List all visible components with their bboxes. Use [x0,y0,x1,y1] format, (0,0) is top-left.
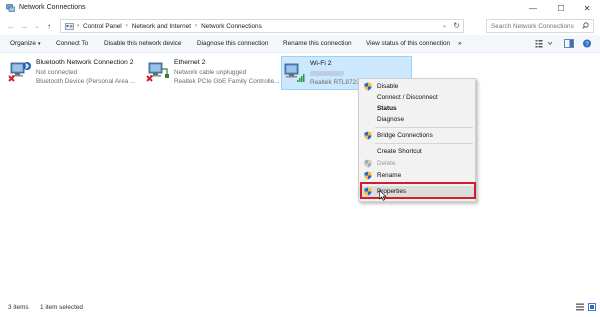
mouse-cursor-icon [379,190,387,201]
menu-item-delete[interactable]: Delete [359,158,475,169]
change-view-icon[interactable] [535,39,545,48]
breadcrumb-network-connections[interactable]: Network Connections [201,23,262,30]
breadcrumb-separator: › [77,23,79,29]
view-status-button[interactable]: View status of this connection [366,40,450,47]
redacted-network-name [310,71,344,76]
refresh-icon[interactable]: ↻ [453,21,460,30]
large-icons-view-icon[interactable] [588,303,596,311]
organize-menu[interactable]: Organize ▾ [10,40,40,47]
connection-item-bluetooth[interactable]: Bluetooth Network Connection 2 Not conne… [8,56,143,90]
wifi-network-icon [284,63,305,82]
control-panel-icon [65,22,74,30]
menu-item-label: Diagnose [377,116,405,123]
details-view-icon[interactable] [576,303,584,311]
view-options-chevron-icon[interactable] [547,39,553,48]
connection-item-ethernet[interactable]: Ethernet 2 Network cable unplugged Realt… [146,56,280,90]
address-dropdown-icon[interactable]: ⌄ [442,22,447,29]
disable-device-button[interactable]: Disable this network device [104,40,181,47]
breadcrumb-control-panel[interactable]: Control Panel [83,23,122,30]
connection-status: Not connected [36,69,78,76]
connect-to-button[interactable]: Connect To [56,40,88,47]
connections-view: Bluetooth Network Connection 2 Not conne… [0,53,600,297]
menu-item-label: Status [377,105,397,112]
forward-button[interactable]: → [19,20,29,32]
uac-shield-icon [364,171,372,180]
breadcrumb-separator: › [195,23,198,29]
bluetooth-network-icon [8,62,31,82]
uac-shield-icon [364,82,372,91]
menu-item-label: Rename [377,172,402,179]
highlight-annotation [360,182,476,199]
menu-item-diagnose[interactable]: Diagnose [359,114,475,125]
menu-separator [375,127,473,128]
connection-name: Ethernet 2 [174,59,206,66]
breadcrumb-separator: › [125,23,128,29]
back-button[interactable]: ← [6,20,16,32]
organize-label: Organize [10,40,36,47]
chevron-down-icon: ▾ [37,41,41,47]
connection-name: Bluetooth Network Connection 2 [36,59,134,66]
selection-count: 1 item selected [40,304,83,311]
up-button[interactable]: ↑ [44,20,54,32]
menu-item-label: Bridge Connections [377,132,433,139]
recent-locations-button[interactable]: ⌄ [32,20,42,32]
status-bar: 3 items 1 item selected [0,297,600,317]
menu-item-connect-disconnect[interactable]: Connect / Disconnect [359,92,475,103]
preview-pane-icon[interactable] [564,39,574,48]
more-commands-button[interactable]: » [458,40,462,47]
minimize-button[interactable]: — [520,0,546,17]
menu-separator [375,143,473,144]
ethernet-network-icon [146,62,169,82]
address-bar[interactable]: › Control Panel › Network and Internet ›… [60,19,464,33]
address-row: ← → ⌄ ↑ › Control Panel › Network and In… [0,17,600,35]
command-bar: Organize ▾ Connect To Disable this networ… [0,35,600,53]
connection-device: Bluetooth Device (Personal Area ... [36,78,136,85]
connection-device: Realtek PCIe GbE Family Controlle... [174,78,280,85]
search-icon[interactable] [582,22,589,29]
maximize-button[interactable]: ☐ [548,0,574,17]
uac-shield-icon [364,159,372,168]
network-connections-icon [6,4,15,12]
item-count: 3 items [8,304,29,311]
title-bar: Network Connections — ☐ ✕ [0,0,600,17]
menu-item-bridge-connections[interactable]: Bridge Connections [359,130,475,141]
menu-item-create-shortcut[interactable]: Create Shortcut [359,146,475,157]
connection-name: Wi-Fi 2 [310,60,332,67]
menu-item-label: Create Shortcut [377,148,422,155]
breadcrumb-network-and-internet[interactable]: Network and Internet [132,23,191,30]
rename-connection-button[interactable]: Rename this connection [283,40,352,47]
uac-shield-icon [364,131,372,140]
connection-status: Network cable unplugged [174,69,247,76]
search-box[interactable] [486,19,594,33]
menu-item-label: Disable [377,83,399,90]
menu-item-status[interactable]: Status [359,103,475,114]
menu-item-label: Connect / Disconnect [377,94,438,101]
search-input[interactable] [491,22,581,30]
diagnose-connection-button[interactable]: Diagnose this connection [197,40,268,47]
help-icon[interactable]: ? [582,39,592,48]
menu-item-label: Delete [377,160,396,167]
menu-item-rename[interactable]: Rename [359,170,475,181]
close-button[interactable]: ✕ [574,0,600,17]
window-title: Network Connections [19,4,86,11]
menu-item-disable[interactable]: Disable [359,81,475,92]
